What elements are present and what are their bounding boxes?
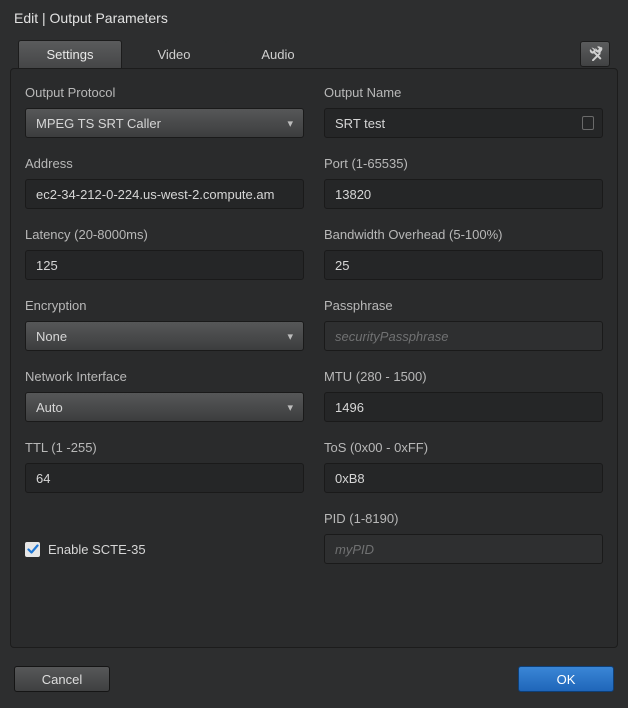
field-output-protocol: Output Protocol MPEG TS SRT Caller ▾	[25, 85, 304, 138]
tab-audio[interactable]: Audio	[226, 40, 330, 68]
field-ttl: TTL (1 -255)	[25, 440, 304, 493]
input-output-name-wrap	[324, 108, 603, 138]
select-output-protocol-value: MPEG TS SRT Caller	[36, 116, 161, 131]
input-port-wrap	[324, 179, 603, 209]
checkbox-scte35[interactable]	[25, 542, 40, 557]
chevron-down-icon: ▾	[287, 401, 293, 414]
field-bandwidth: Bandwidth Overhead (5-100%)	[324, 227, 603, 280]
input-tos[interactable]	[335, 471, 592, 486]
input-address[interactable]	[36, 187, 293, 202]
tab-video[interactable]: Video	[122, 40, 226, 68]
wrench-icon	[587, 45, 603, 64]
tools-button[interactable]	[580, 41, 610, 67]
input-pid: myPID	[324, 534, 603, 564]
field-port: Port (1-65535)	[324, 156, 603, 209]
label-encryption: Encryption	[25, 298, 304, 313]
input-passphrase: securityPassphrase	[324, 321, 603, 351]
input-latency-wrap	[25, 250, 304, 280]
label-ttl: TTL (1 -255)	[25, 440, 304, 455]
label-tos: ToS (0x00 - 0xFF)	[324, 440, 603, 455]
field-output-name: Output Name	[324, 85, 603, 138]
label-address: Address	[25, 156, 304, 171]
input-mtu-wrap	[324, 392, 603, 422]
tab-settings[interactable]: Settings	[18, 40, 122, 68]
input-latency[interactable]	[36, 258, 293, 273]
field-latency: Latency (20-8000ms)	[25, 227, 304, 280]
label-pid: PID (1-8190)	[324, 511, 603, 526]
field-address: Address	[25, 156, 304, 209]
tag-icon	[582, 116, 594, 130]
field-network-interface: Network Interface Auto ▾	[25, 369, 304, 422]
select-encryption[interactable]: None ▾	[25, 321, 304, 351]
label-output-name: Output Name	[324, 85, 603, 100]
label-scte35: Enable SCTE-35	[48, 542, 146, 557]
chevron-down-icon: ▾	[287, 117, 293, 130]
chevron-down-icon: ▾	[287, 330, 293, 343]
select-network-interface[interactable]: Auto ▾	[25, 392, 304, 422]
label-passphrase: Passphrase	[324, 298, 603, 313]
field-scte35: Enable SCTE-35	[25, 511, 304, 564]
ok-button[interactable]: OK	[518, 666, 614, 692]
field-encryption: Encryption None ▾	[25, 298, 304, 351]
settings-panel: Output Protocol MPEG TS SRT Caller ▾ Out…	[10, 68, 618, 648]
input-port[interactable]	[335, 187, 592, 202]
input-ttl-wrap	[25, 463, 304, 493]
label-output-protocol: Output Protocol	[25, 85, 304, 100]
field-passphrase: Passphrase securityPassphrase	[324, 298, 603, 351]
label-mtu: MTU (280 - 1500)	[324, 369, 603, 384]
input-tos-wrap	[324, 463, 603, 493]
input-bandwidth-wrap	[324, 250, 603, 280]
label-bandwidth: Bandwidth Overhead (5-100%)	[324, 227, 603, 242]
input-output-name[interactable]	[335, 116, 592, 131]
field-pid: PID (1-8190) myPID	[324, 511, 603, 564]
input-bandwidth[interactable]	[335, 258, 592, 273]
input-ttl[interactable]	[36, 471, 293, 486]
output-parameters-dialog: Edit | Output Parameters Settings Video …	[0, 0, 628, 708]
label-port: Port (1-65535)	[324, 156, 603, 171]
input-mtu[interactable]	[335, 400, 592, 415]
select-output-protocol[interactable]: MPEG TS SRT Caller ▾	[25, 108, 304, 138]
button-bar: Cancel OK	[0, 648, 628, 708]
label-network-interface: Network Interface	[25, 369, 304, 384]
check-icon	[27, 543, 39, 555]
field-mtu: MTU (280 - 1500)	[324, 369, 603, 422]
tabs-row: Settings Video Audio	[0, 40, 628, 68]
dialog-title: Edit | Output Parameters	[0, 0, 628, 40]
label-latency: Latency (20-8000ms)	[25, 227, 304, 242]
field-tos: ToS (0x00 - 0xFF)	[324, 440, 603, 493]
input-address-wrap	[25, 179, 304, 209]
cancel-button[interactable]: Cancel	[14, 666, 110, 692]
select-network-interface-value: Auto	[36, 400, 63, 415]
select-encryption-value: None	[36, 329, 67, 344]
